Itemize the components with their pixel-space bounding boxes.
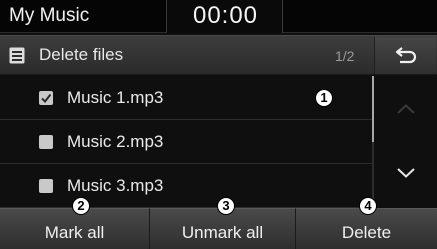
list-item-label: Music 3.mp3 — [67, 176, 164, 195]
list-item[interactable]: Music 3.mp3 — [0, 164, 372, 208]
checkmark-icon — [41, 93, 52, 104]
mark-all-label: Mark all — [44, 223, 105, 242]
list-item[interactable]: Music 1.mp3 1 — [0, 76, 372, 120]
callout-number: 4 — [359, 197, 377, 215]
status-bar: My Music 00:00 — [0, 0, 437, 33]
chevron-up-icon — [397, 104, 415, 114]
list-item[interactable]: Music 2.mp3 — [0, 120, 372, 164]
delete-label: Delete — [341, 223, 392, 242]
back-arrow-icon — [395, 47, 417, 64]
unmark-all-label: Unmark all — [181, 223, 264, 242]
file-list: Music 1.mp3 1 Music 2.mp3 Music 3.mp3 — [0, 76, 372, 208]
delete-button[interactable]: 4 Delete — [296, 197, 437, 249]
checkbox-checked[interactable] — [39, 91, 53, 105]
checkbox-unchecked[interactable] — [39, 179, 53, 193]
callout-number: 1 — [315, 89, 333, 107]
chevron-down-icon — [397, 168, 415, 178]
app-title: My Music — [9, 5, 90, 26]
list-icon — [9, 47, 25, 64]
mark-all-button[interactable]: 2 Mark all — [0, 197, 150, 249]
bottom-button-bar: 2 Mark all 3 Unmark all 4 Delete — [0, 197, 437, 249]
unmark-all-button[interactable]: 3 Unmark all — [150, 197, 296, 249]
callout-number: 2 — [72, 197, 90, 215]
list-item-label: Music 2.mp3 — [67, 132, 164, 151]
header-title: Delete files — [39, 45, 124, 64]
clock: 00:00 — [192, 2, 259, 29]
music-screen: My Music 00:00 Delete files 1/2 Music 1.… — [0, 0, 437, 249]
checkbox-unchecked[interactable] — [39, 135, 53, 149]
clock-box: 00:00 — [166, 0, 283, 33]
list-item-label: Music 1.mp3 — [67, 88, 164, 107]
scroll-column — [372, 76, 437, 208]
page-indicator: 1/2 — [335, 48, 355, 64]
scroll-up-button[interactable] — [374, 76, 437, 142]
callout-number: 3 — [217, 197, 235, 215]
back-button[interactable] — [374, 37, 436, 74]
scroll-down-button[interactable] — [374, 142, 437, 208]
header-bar: Delete files 1/2 — [0, 35, 437, 75]
